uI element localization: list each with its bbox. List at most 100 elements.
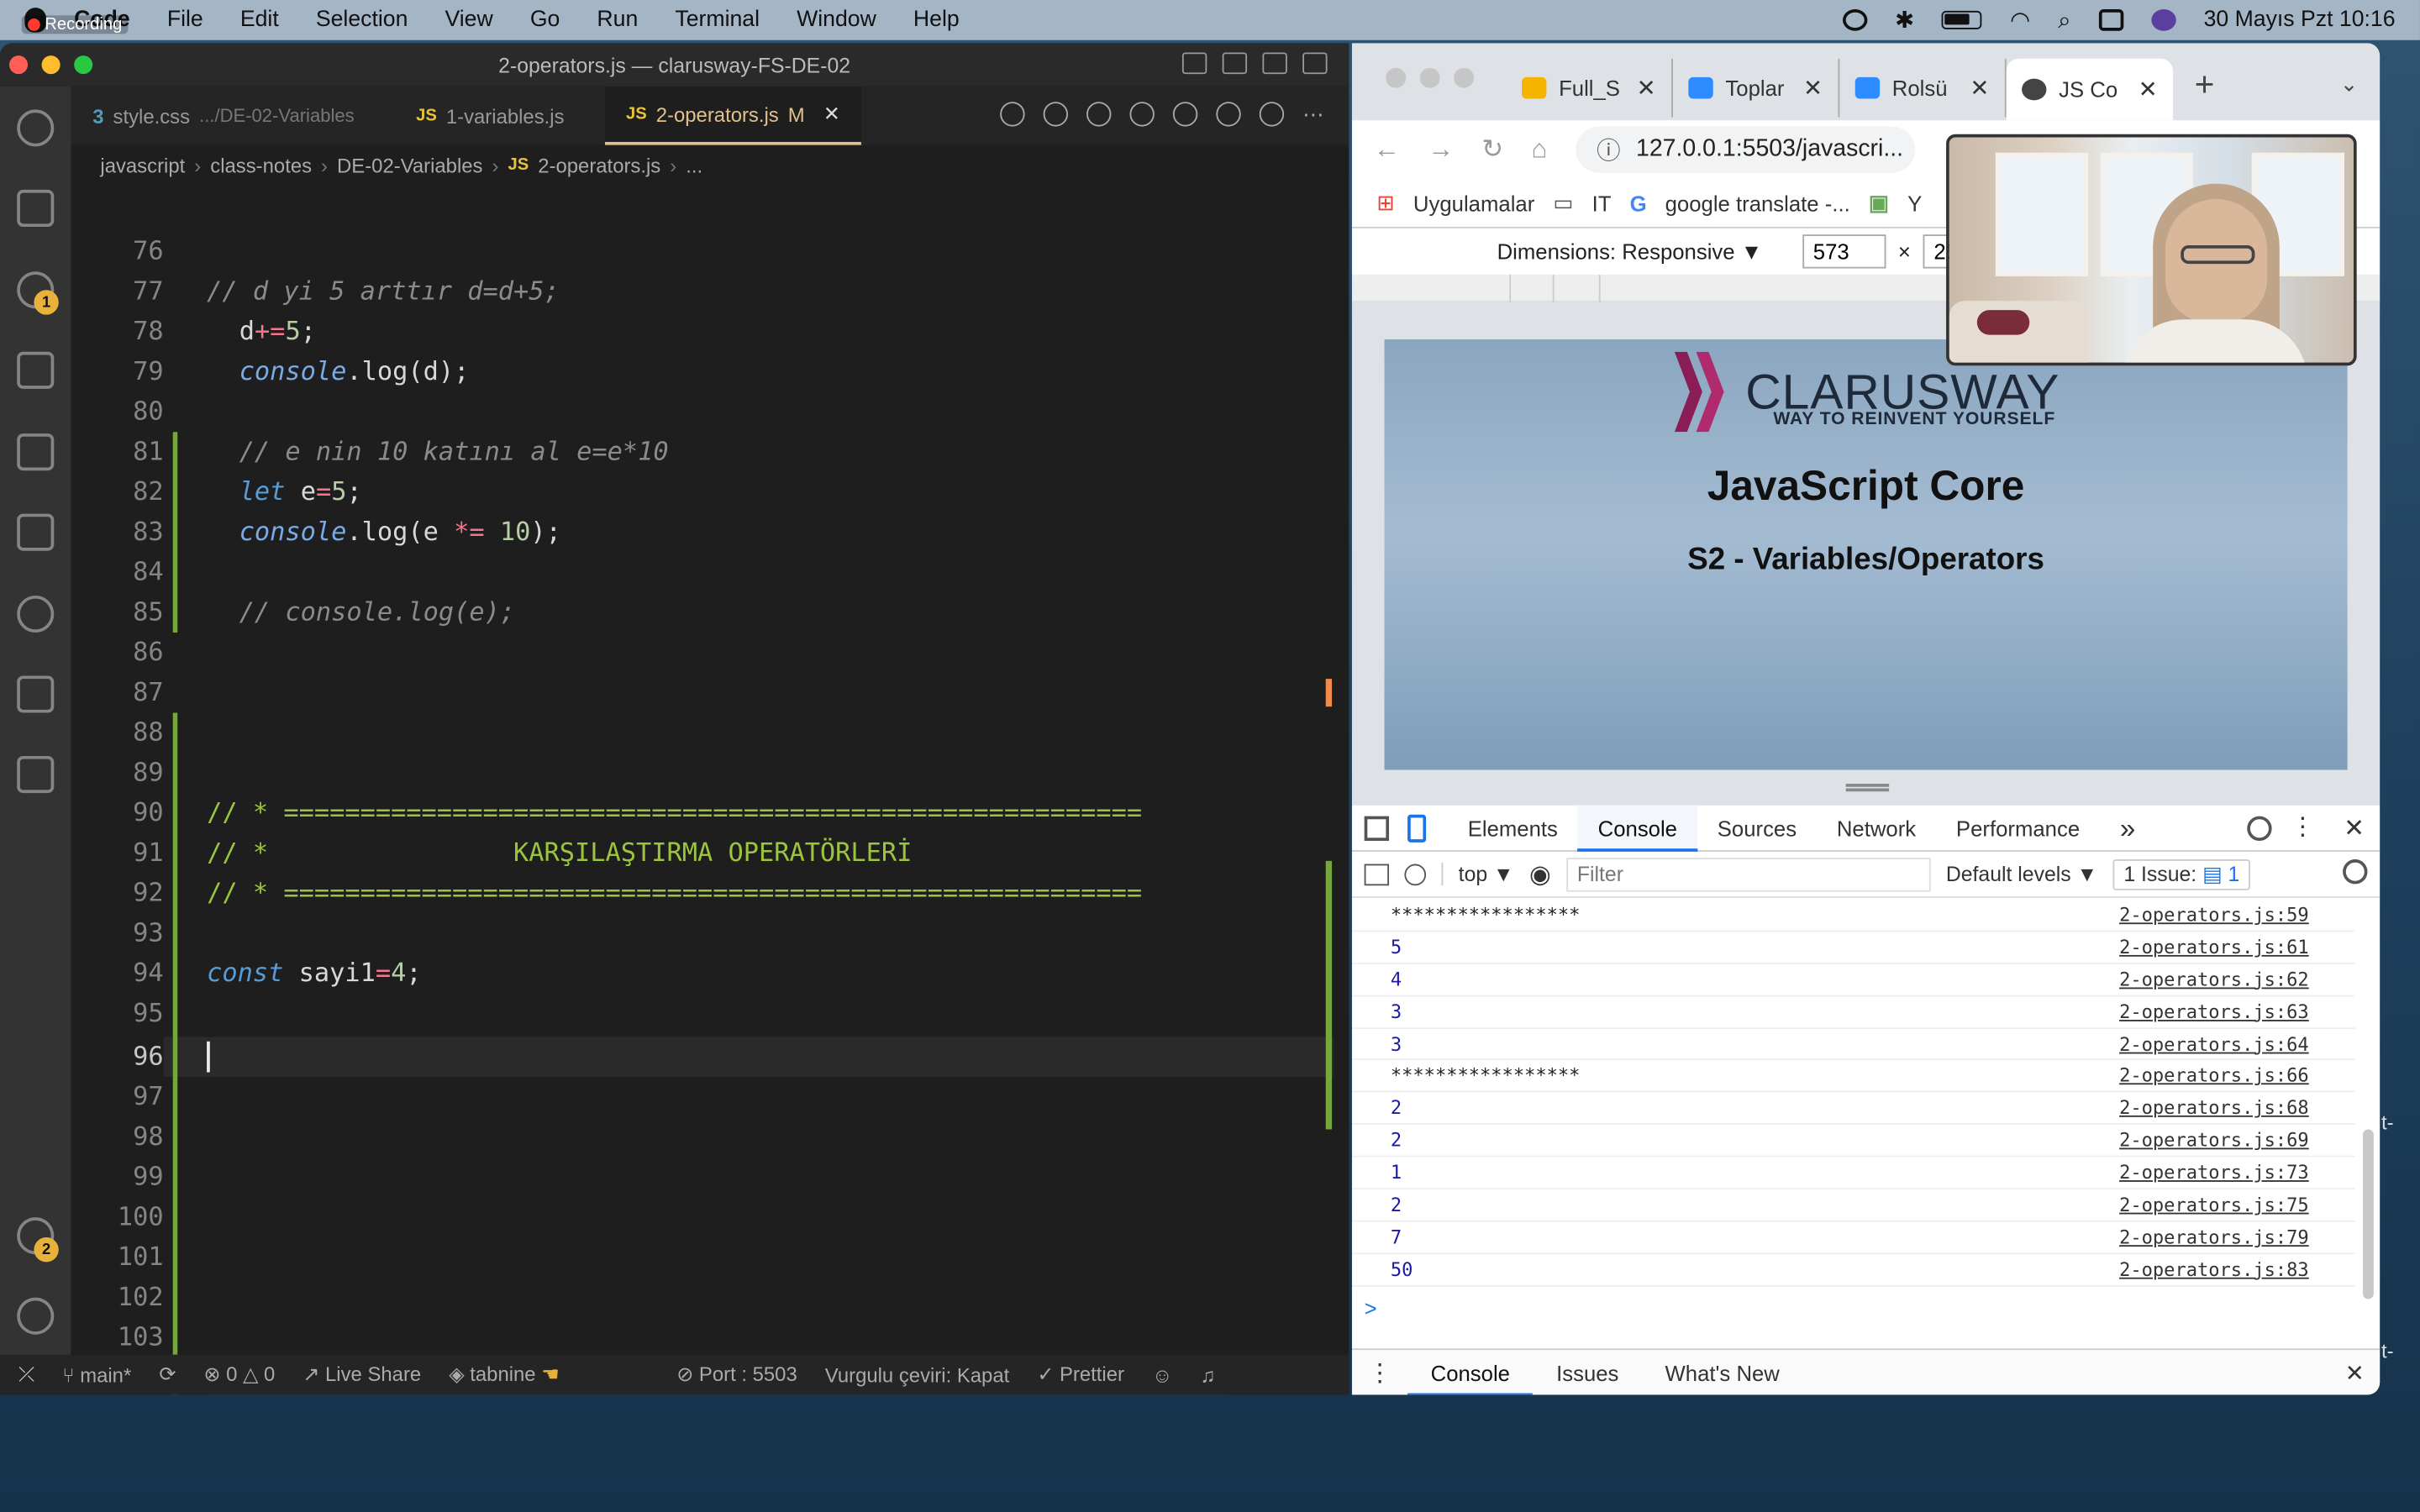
breadcrumb-item[interactable]: 2-operators.js: [538, 154, 660, 177]
branch-indicator[interactable]: ⑂ main*: [62, 1363, 131, 1387]
sync-icon[interactable]: ⟳: [159, 1362, 176, 1387]
source-link[interactable]: 2-operators.js:68: [2119, 1093, 2309, 1125]
search-icon[interactable]: [17, 109, 55, 147]
page-viewport[interactable]: CLARUSWAY WAY TO REINVENT YOURSELF JavaS…: [1384, 339, 2348, 770]
timeline-icon[interactable]: [1216, 102, 1241, 127]
bookmark-item[interactable]: Uygulamalar: [1413, 191, 1534, 215]
browser-tab[interactable]: Rolsü ✕: [1839, 58, 2007, 118]
toggle-panel-icon[interactable]: [1222, 52, 1248, 75]
live-share-button[interactable]: ↗ Live Share: [302, 1362, 421, 1387]
breadcrumb-item[interactable]: DE-02-Variables: [337, 154, 482, 177]
more-tabs-icon[interactable]: »: [2100, 805, 2155, 851]
devtools-menu-icon[interactable]: ⋮: [2291, 811, 2315, 843]
reload-icon[interactable]: ↻: [1481, 134, 1503, 165]
site-info-icon[interactable]: ⓘ: [1597, 133, 1620, 166]
source-link[interactable]: 2-operators.js:59: [2119, 900, 2309, 932]
drawer-menu-icon[interactable]: ⋮: [1352, 1357, 1407, 1388]
close-window-button[interactable]: [1386, 67, 1407, 88]
console-filter-input[interactable]: Filter: [1565, 857, 1931, 891]
apps-grid-icon[interactable]: ⊞: [1376, 190, 1395, 216]
devtools-tab-sources[interactable]: Sources: [1697, 805, 1817, 851]
browser-tab[interactable]: Toplar ✕: [1673, 58, 1840, 118]
settings-gear-icon[interactable]: [17, 1297, 55, 1335]
viewport-width-input[interactable]: [1802, 234, 1886, 269]
source-link[interactable]: 2-operators.js:83: [2119, 1254, 2309, 1286]
toggle-secondary-sidebar-icon[interactable]: [1262, 52, 1287, 75]
minimize-window-button[interactable]: [1419, 67, 1440, 88]
live-expression-eye-icon[interactable]: ◉: [1529, 858, 1551, 890]
source-link[interactable]: 2-operators.js:64: [2119, 1028, 2309, 1060]
close-tab-icon[interactable]: ✕: [1637, 74, 1656, 102]
breadcrumb-item[interactable]: ...: [686, 154, 702, 177]
problems-indicator[interactable]: ⊗ 0 △ 0: [203, 1362, 275, 1387]
browser-tab-active[interactable]: JS Co ✕: [2006, 58, 2174, 121]
drawer-tab-whats-new[interactable]: What's New: [1642, 1349, 1802, 1394]
git-graph-icon[interactable]: [17, 595, 55, 633]
run-debug-icon[interactable]: [17, 351, 55, 389]
menu-selection[interactable]: Selection: [316, 8, 408, 32]
split-editor-icon[interactable]: [1259, 102, 1285, 127]
clear-console-icon[interactable]: [1404, 863, 1427, 885]
close-window-button[interactable]: [9, 55, 29, 75]
menu-edit[interactable]: Edit: [240, 8, 279, 32]
home-icon[interactable]: ⌂: [1531, 134, 1547, 165]
remote-indicator-icon[interactable]: ⤫: [18, 1362, 34, 1387]
address-bar[interactable]: ⓘ 127.0.0.1:5503/javascri...: [1575, 126, 1915, 173]
console-scrollbar[interactable]: [2362, 1129, 2374, 1299]
drawer-tab-issues[interactable]: Issues: [1534, 1349, 1642, 1394]
issues-button[interactable]: 1 Issue: ▤ 1: [2112, 858, 2251, 890]
devtools-tab-performance[interactable]: Performance: [1936, 805, 2100, 851]
menu-help[interactable]: Help: [913, 8, 960, 32]
bluetooth-icon[interactable]: ✱: [1895, 6, 1914, 34]
device-toolbar-toggle-icon[interactable]: [1407, 813, 1427, 842]
battery-icon[interactable]: [1942, 10, 1983, 29]
source-link[interactable]: 2-operators.js:75: [2119, 1189, 2309, 1221]
minimize-window-button[interactable]: [41, 55, 60, 75]
console-prompt[interactable]: >: [1365, 1296, 1377, 1320]
feedback-icon[interactable]: ☺: [1152, 1363, 1172, 1387]
back-arrow-icon[interactable]: ←: [1374, 134, 1400, 165]
browser-tab[interactable]: Full_S ✕: [1507, 58, 1673, 118]
close-tab-icon[interactable]: ✕: [823, 102, 840, 126]
explorer-icon[interactable]: [17, 189, 55, 227]
menu-run[interactable]: Run: [597, 8, 638, 32]
zoom-window-button[interactable]: [1454, 67, 1475, 88]
forward-arrow-icon[interactable]: →: [1428, 134, 1454, 165]
control-center-icon[interactable]: [2098, 9, 2124, 31]
next-change-icon[interactable]: [1172, 102, 1198, 127]
tab-2-operators[interactable]: JS 2-operators.js M ✕: [604, 86, 862, 145]
bookmark-item[interactable]: google translate -...: [1665, 191, 1850, 215]
remote-explorer-icon[interactable]: [17, 513, 55, 551]
notifications-bell-icon[interactable]: ♫: [1200, 1363, 1215, 1387]
console-settings-gear-icon[interactable]: [2343, 859, 2368, 885]
tab-style-css[interactable]: 3 style.css .../DE-02-Variables: [71, 87, 376, 145]
source-link[interactable]: 2-operators.js:61: [2119, 932, 2309, 963]
docker-icon[interactable]: [17, 755, 55, 794]
tabnine-button[interactable]: ◈ tabnine ☚: [449, 1362, 559, 1387]
tab-1-variables[interactable]: JS 1-variables.js: [394, 87, 586, 145]
bookmark-item[interactable]: Y: [1907, 191, 1922, 215]
zoom-window-button[interactable]: [74, 55, 93, 75]
close-drawer-icon[interactable]: ✕: [2345, 1358, 2365, 1386]
devtools-tab-elements[interactable]: Elements: [1448, 805, 1578, 851]
port-indicator[interactable]: ⊘ Port : 5503: [676, 1362, 797, 1387]
run-file-icon[interactable]: [1000, 102, 1025, 127]
spotlight-search-icon[interactable]: ⌕: [2058, 7, 2070, 33]
menu-clock[interactable]: 30 Mayıs Pzt 10:16: [2204, 8, 2396, 32]
devtools-tab-console[interactable]: Console: [1577, 804, 1697, 851]
breadcrumb-item[interactable]: javascript: [100, 154, 185, 177]
bookmark-item[interactable]: IT: [1592, 191, 1612, 215]
devtools-settings-gear-icon[interactable]: [2247, 816, 2272, 842]
toggle-sidebar-icon[interactable]: [1181, 52, 1207, 75]
source-link[interactable]: 2-operators.js:73: [2119, 1158, 2309, 1189]
webcam-overlay[interactable]: [1946, 134, 2357, 366]
menu-view[interactable]: View: [445, 8, 492, 32]
drawer-tab-console[interactable]: Console: [1407, 1349, 1534, 1395]
menu-go[interactable]: Go: [530, 8, 560, 32]
source-link[interactable]: 2-operators.js:63: [2119, 996, 2309, 1028]
menu-file[interactable]: File: [167, 8, 203, 32]
git-lens-icon[interactable]: [1086, 102, 1112, 127]
extensions-icon[interactable]: [17, 433, 55, 471]
source-link[interactable]: 2-operators.js:79: [2119, 1221, 2309, 1253]
close-tab-icon[interactable]: ✕: [2139, 76, 2158, 103]
